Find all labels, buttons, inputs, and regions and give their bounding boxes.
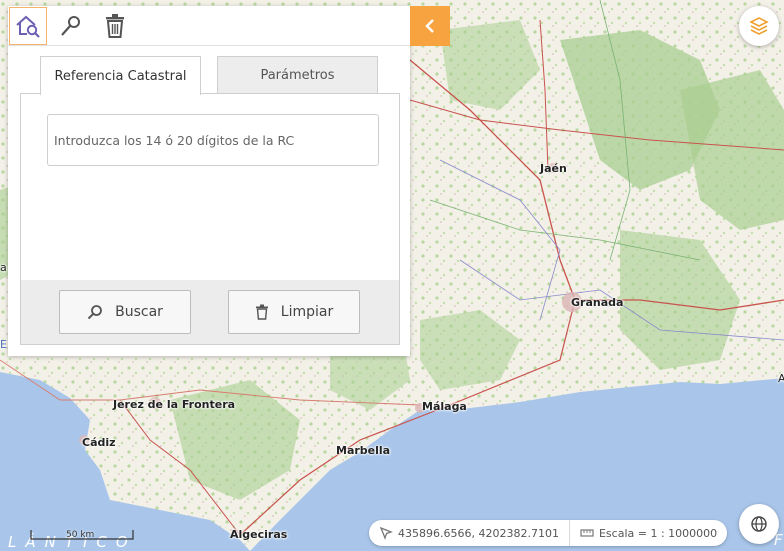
- scale-readout: Escala = 1 : 1000000: [570, 520, 727, 546]
- pin-icon: [61, 16, 80, 36]
- clear-button-label: Limpiar: [280, 304, 334, 320]
- ruler-icon: [580, 529, 594, 537]
- edge-letter: A: [778, 372, 784, 385]
- search-icon: [87, 305, 102, 320]
- action-buttons: Buscar Limpiar: [21, 280, 399, 344]
- tab-content: Buscar Limpiar: [20, 93, 400, 345]
- house-search-icon: [16, 15, 40, 38]
- globe-button[interactable]: [739, 504, 779, 544]
- rc-input[interactable]: [47, 114, 379, 166]
- trash-icon: [106, 14, 124, 38]
- city-label-algeciras: Algeciras: [230, 528, 288, 541]
- panel-toolbar: [8, 6, 410, 46]
- delete-tool-button[interactable]: [96, 7, 134, 45]
- tab-parametros[interactable]: Parámetros: [217, 56, 378, 94]
- tab-referencia-catastral[interactable]: Referencia Catastral: [40, 56, 201, 95]
- trash-icon: [255, 304, 268, 320]
- coordinates-text: 435896.6566, 4202382.7101: [398, 526, 559, 540]
- scale-text: Escala = 1 : 1000000: [598, 526, 718, 540]
- layers-icon: [749, 17, 769, 35]
- city-label-cadiz: Cádiz: [82, 436, 116, 449]
- status-bar: 435896.6566, 4202382.7101 Escala = 1 : 1…: [369, 520, 728, 546]
- edge-letter: E: [0, 338, 7, 351]
- scale-bar-label: 50 km: [66, 530, 95, 540]
- clear-button[interactable]: Limpiar: [228, 290, 360, 334]
- locate-tool-button[interactable]: [52, 7, 90, 45]
- search-button[interactable]: Buscar: [59, 290, 191, 334]
- cursor-icon: [379, 526, 393, 540]
- cadastral-search-panel: Referencia Catastral Parámetros Buscar L…: [8, 6, 410, 356]
- home-search-tool-button[interactable]: [9, 7, 47, 45]
- edge-letter: a: [0, 261, 7, 274]
- chevron-left-icon: [425, 19, 434, 33]
- city-label-marbella: Marbella: [336, 444, 391, 457]
- city-label-jerez: Jerez de la Frontera: [113, 398, 236, 411]
- globe-icon: [751, 516, 767, 532]
- layers-button[interactable]: [739, 6, 779, 46]
- city-label-jaen: Jaén: [540, 162, 567, 175]
- city-label-granada: Granada: [571, 296, 624, 309]
- collapse-panel-button[interactable]: [410, 6, 450, 46]
- city-label-malaga: Málaga: [422, 400, 467, 413]
- coordinates-readout: 435896.6566, 4202382.7101: [369, 520, 569, 546]
- search-button-label: Buscar: [115, 304, 163, 320]
